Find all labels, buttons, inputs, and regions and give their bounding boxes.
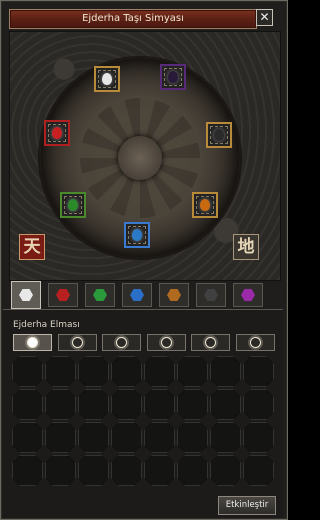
inventory-slot[interactable]: [144, 356, 175, 387]
grade-sun-icon: [28, 338, 37, 347]
tab-amethyst[interactable]: [233, 283, 263, 307]
slot-frame: [98, 70, 116, 88]
inventory-slot[interactable]: [12, 455, 43, 486]
gem-slot-diamond[interactable]: [94, 66, 120, 92]
inventory-slot[interactable]: [78, 422, 109, 453]
inventory-slot[interactable]: [12, 389, 43, 420]
altar-panel: 天 地: [9, 31, 281, 281]
ruby-icon: [56, 289, 70, 301]
tab-ruby[interactable]: [48, 283, 78, 307]
slot-frame: [128, 226, 146, 244]
slot-frame: [210, 126, 228, 144]
grade-sun-icon: [117, 338, 126, 347]
close-button[interactable]: ✕: [256, 9, 273, 26]
inventory-slot[interactable]: [12, 422, 43, 453]
tab-sapphire[interactable]: [122, 283, 152, 307]
tab-jade[interactable]: [85, 283, 115, 307]
inventory-slot[interactable]: [45, 455, 76, 486]
inventory-slot[interactable]: [111, 389, 142, 420]
inventory-panel: Ejderha Elması Etkinleştir: [3, 309, 283, 518]
slot-frame: [196, 196, 214, 214]
amethyst-icon: [241, 289, 255, 301]
inventory-grid: [12, 356, 276, 488]
inventory-slot[interactable]: [210, 389, 241, 420]
tab-garnet[interactable]: [159, 283, 189, 307]
inventory-slot[interactable]: [78, 455, 109, 486]
inventory-slot[interactable]: [210, 455, 241, 486]
window-title: Ejderha Taşı Simyası: [82, 13, 184, 24]
gem-slot-garnet[interactable]: [192, 192, 218, 218]
slot-frame: [164, 68, 182, 86]
inventory-slot[interactable]: [78, 356, 109, 387]
grade-tab-2[interactable]: [57, 334, 97, 351]
jade-icon: [93, 289, 107, 301]
onyx-icon: [204, 289, 218, 301]
inventory-slot[interactable]: [111, 455, 142, 486]
grade-sun-icon: [161, 338, 171, 347]
grade-tab-5[interactable]: [191, 334, 230, 351]
inventory-slot[interactable]: [243, 455, 274, 486]
inventory-slot[interactable]: [177, 389, 208, 420]
sky-button[interactable]: 天: [19, 234, 45, 260]
garnet-icon: [167, 289, 181, 301]
inventory-slot[interactable]: [144, 422, 175, 453]
grade-tab-1[interactable]: [13, 334, 52, 351]
inventory-slot[interactable]: [144, 455, 175, 486]
grade-tab-6[interactable]: [235, 334, 275, 351]
inventory-slot[interactable]: [210, 356, 241, 387]
inventory-slot[interactable]: [45, 356, 76, 387]
inventory-slot[interactable]: [243, 356, 274, 387]
inventory-slot[interactable]: [210, 422, 241, 453]
gem-slot-jade[interactable]: [60, 192, 86, 218]
stone-type-tabs: [9, 281, 281, 309]
grade-sun-icon: [206, 338, 215, 347]
grade-tab-4[interactable]: [146, 334, 186, 351]
grade-tabs: [13, 334, 275, 352]
slot-frame: [64, 196, 82, 214]
diamond-icon: [19, 289, 33, 301]
grade-tab-3[interactable]: [102, 334, 141, 351]
dragon-alchemy-window: Ejderha Taşı Simyası ✕ 天 地 Ejderha Elmas…: [0, 0, 288, 520]
activate-button[interactable]: Etkinleştir: [218, 496, 276, 515]
inventory-slot[interactable]: [177, 356, 208, 387]
tab-diamond[interactable]: [11, 281, 41, 309]
gem-slot-amethyst[interactable]: [160, 64, 186, 90]
grade-sun-icon: [72, 338, 82, 347]
earth-button[interactable]: 地: [233, 234, 259, 260]
section-label: Ejderha Elması: [13, 320, 80, 330]
inventory-slot[interactable]: [45, 389, 76, 420]
inventory-slot[interactable]: [12, 356, 43, 387]
tab-onyx[interactable]: [196, 283, 226, 307]
sapphire-icon: [130, 289, 144, 301]
gem-slot-onyx[interactable]: [206, 122, 232, 148]
slot-frame: [48, 124, 66, 142]
inventory-slot[interactable]: [177, 455, 208, 486]
title-bar[interactable]: Ejderha Taşı Simyası: [9, 9, 257, 29]
inventory-slot[interactable]: [177, 422, 208, 453]
inventory-slot[interactable]: [111, 356, 142, 387]
inventory-slot[interactable]: [144, 389, 175, 420]
gem-slot-sapphire[interactable]: [124, 222, 150, 248]
altar-center: [118, 136, 162, 180]
inventory-slot[interactable]: [111, 422, 142, 453]
inventory-slot[interactable]: [243, 389, 274, 420]
inventory-slot[interactable]: [78, 389, 109, 420]
inventory-slot[interactable]: [45, 422, 76, 453]
gem-slot-ruby[interactable]: [44, 120, 70, 146]
grade-sun-icon: [250, 338, 260, 347]
inventory-slot[interactable]: [243, 422, 274, 453]
